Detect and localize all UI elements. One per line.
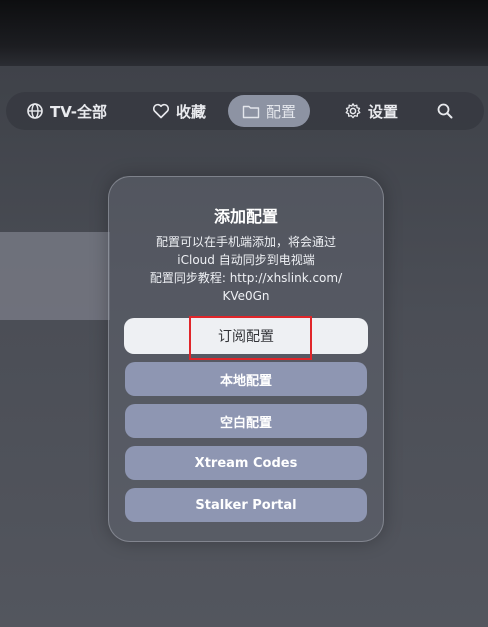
local-config-button[interactable]: 本地配置 [125,362,367,396]
tab-settings[interactable]: 设置 [344,92,398,130]
description-line: iCloud 自动同步到电视端 [177,253,315,267]
globe-icon [26,102,44,120]
heart-icon [152,103,170,119]
background-content-card [0,232,110,320]
focus-highlight-box [189,316,312,360]
gear-icon [344,102,362,120]
tab-label: 收藏 [176,102,207,121]
description-line: KVe0Gn [222,289,270,303]
stalker-portal-button[interactable]: Stalker Portal [125,488,367,522]
tab-favorites[interactable]: 收藏 [152,92,206,130]
dialog-description: 配置可以在手机端添加，将会通过 iCloud 自动同步到电视端 配置同步教程: … [119,233,373,305]
search-icon [436,102,454,120]
description-line: 配置同步教程: http://xhslink.com/ [149,271,343,285]
blank-config-button[interactable]: 空白配置 [125,404,367,438]
description-line: 配置可以在手机端添加，将会通过 [155,235,336,249]
tab-search[interactable] [436,92,460,130]
xtream-codes-button[interactable]: Xtream Codes [125,446,367,480]
tab-label: TV-全部 [50,102,107,121]
tv-bezel [0,0,488,66]
folder-icon [242,104,260,119]
tab-tv-all[interactable]: TV-全部 [26,92,107,130]
tab-label: 配置 [266,102,297,121]
tab-config[interactable]: 配置 [228,95,311,127]
top-navigation-bar: TV-全部 收藏 配置 设置 [6,92,484,130]
dialog-title: 添加配置 [213,207,278,226]
tab-label: 设置 [368,102,399,121]
